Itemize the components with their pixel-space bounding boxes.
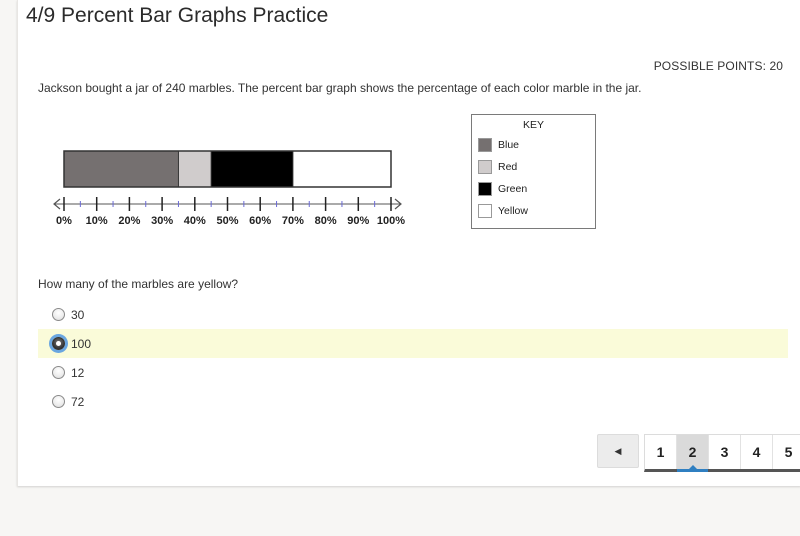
radio-button[interactable] [52,308,65,321]
tick-label: 60% [249,215,271,227]
tick-label: 40% [184,215,206,227]
legend-title: KEY [522,119,544,131]
legend-label: Red [498,161,518,173]
tick-label: 10% [86,215,108,227]
legend-swatch-red [478,160,492,174]
tick-label: 20% [118,215,140,227]
answer-option[interactable]: 12 [38,358,788,387]
page-button-3[interactable]: 3 [709,435,741,469]
legend-swatch-blue [478,138,492,152]
option-label: 12 [71,365,85,380]
previous-page-button[interactable]: ◀ [597,434,639,468]
page-number: 3 [720,444,729,460]
legend-item-green: Green [478,181,527,197]
answer-option[interactable]: 100 [38,329,788,358]
radio-button[interactable] [52,395,65,408]
tick-label: 70% [282,215,304,227]
legend-swatch-yellow [478,204,492,218]
option-label: 100 [71,336,92,351]
tick-label: 50% [216,215,238,227]
tick-label: 0% [56,215,72,227]
bar-segment-green [211,151,293,187]
tick-label: 90% [347,215,369,227]
legend-swatch-green [478,182,492,196]
page-button-5[interactable]: 5 [773,435,800,469]
radio-button[interactable] [52,366,65,379]
page-number: 4 [752,444,761,460]
pagination: 1 2 3 4 5 [644,434,800,472]
answer-option[interactable]: 72 [38,387,788,416]
percent-bar-chart: 0% 10% 20% 30% 40% 50% 60% 70% 80% 90% 100% [53,150,405,227]
bar-segment-yellow [292,151,391,187]
bar-segment-blue [64,151,179,187]
page-number: 5 [784,444,793,460]
legend-item-blue: Blue [478,137,519,153]
option-label: 30 [71,307,85,322]
tick-label: 80% [315,215,337,227]
page-button-2[interactable]: 2 [677,435,709,472]
percent-axis: 0% 10% 20% 30% 40% 50% 60% 70% 80% 90% 100% [53,197,405,227]
page-button-1[interactable]: 1 [645,435,677,469]
tick-label: 100% [377,215,405,227]
page-button-4[interactable]: 4 [741,435,773,469]
caret-left-icon: ◀ [614,445,622,456]
legend-label: Yellow [498,205,528,217]
answer-option[interactable]: 30 [38,300,788,329]
legend-item-red: Red [478,159,517,175]
page-number: 1 [656,444,665,460]
legend-label: Green [498,183,528,195]
option-label: 72 [71,394,85,409]
page-number: 2 [688,444,697,460]
tick-label: 30% [151,215,173,227]
legend-item-yellow: Yellow [478,203,528,219]
stacked-bar [63,150,392,188]
radio-button[interactable] [52,337,65,350]
bar-segment-red [178,151,212,187]
legend-label: Blue [498,139,520,151]
chart-legend: KEY Blue Red Green Yellow [471,114,596,229]
question-text: How many of the marbles are yellow? [38,277,239,291]
